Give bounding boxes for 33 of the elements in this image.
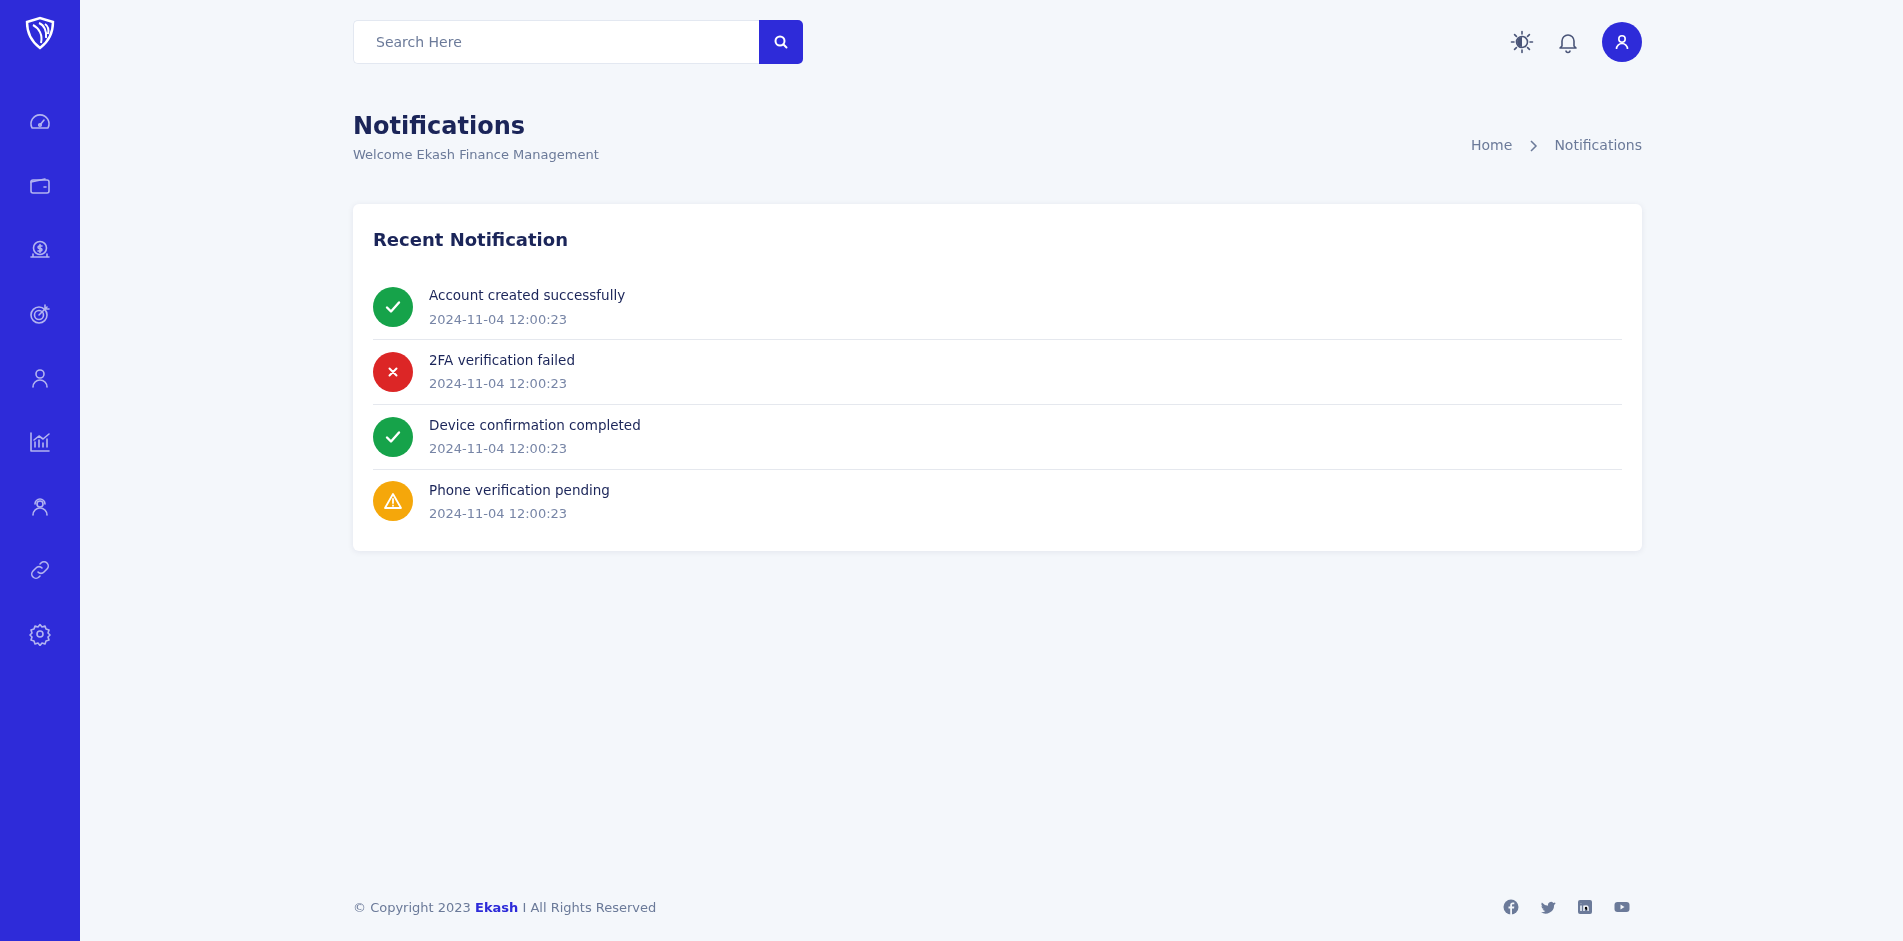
breadcrumb-link[interactable]: Notifications — [1554, 135, 1642, 157]
bar-chart-icon[interactable] — [28, 430, 52, 454]
search-button[interactable] — [759, 20, 803, 64]
notification-time: 2024-11-04 12:00:23 — [429, 440, 569, 459]
search-icon — [773, 34, 789, 50]
search-field[interactable]: Search Here — [353, 20, 759, 64]
settings-icon[interactable] — [28, 622, 52, 646]
notification-time: 2024-11-04 12:00:23 — [429, 310, 569, 329]
breadcrumb-link[interactable]: Home — [1471, 135, 1513, 157]
target-icon[interactable] — [28, 302, 52, 326]
linkedin-icon[interactable] — [1577, 899, 1593, 916]
notification-title: Phone verification pending — [429, 480, 610, 500]
warning-icon — [373, 481, 413, 522]
cross-icon — [373, 351, 413, 392]
twitter-icon[interactable] — [1540, 899, 1556, 916]
notification-title: Device confirmation completed — [429, 415, 641, 435]
theme-toggle-icon[interactable] — [1510, 30, 1534, 54]
check-icon — [373, 287, 413, 328]
notification-time: 2024-11-04 12:00:23 — [429, 504, 569, 523]
facebook-icon[interactable] — [1503, 899, 1519, 916]
card-title: Recent Notification — [373, 228, 569, 253]
profile-avatar[interactable] — [1602, 22, 1642, 62]
copyright-text: © Copyright 2023 Ekash I All Rights Reserved — [353, 898, 657, 917]
chevron-right-icon — [1528, 139, 1539, 152]
notification-title: Account created successfully — [429, 286, 626, 306]
page-subtitle: Welcome Ekash Finance Management — [353, 145, 599, 164]
person-icon — [1613, 33, 1631, 51]
notification-time: 2024-11-04 12:00:23 — [429, 375, 569, 394]
page-title: Notifications — [353, 112, 527, 141]
link-icon[interactable] — [28, 558, 52, 582]
notification-title: 2FA verification failed — [429, 351, 575, 371]
check-icon — [373, 416, 413, 457]
shield-logo-icon[interactable] — [23, 16, 57, 50]
